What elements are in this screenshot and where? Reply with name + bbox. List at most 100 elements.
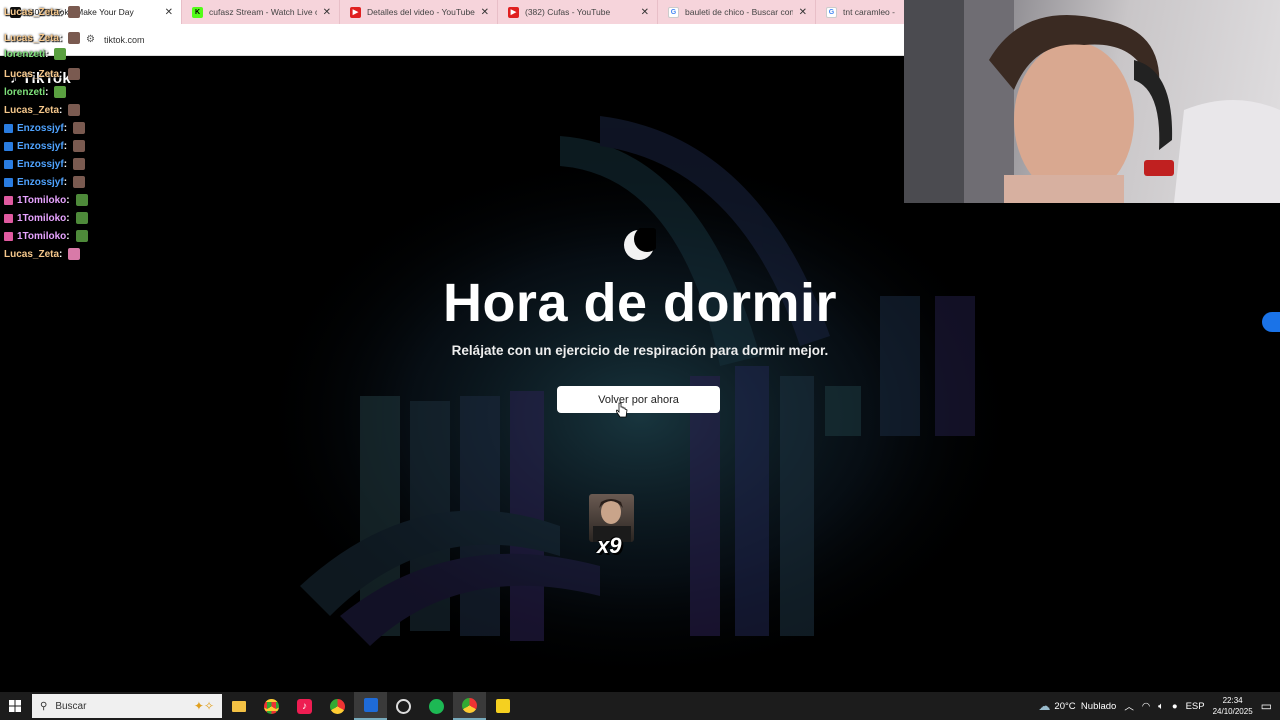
chat-separator: :	[66, 194, 70, 206]
chat-emote-icon	[68, 6, 81, 18]
chat-message: Lucas_Zeta :	[4, 66, 81, 82]
weather-icon: ☁	[1038, 699, 1051, 713]
chat-badge-icon	[4, 231, 13, 241]
chat-badge-icon	[4, 123, 13, 133]
chat-username: Enzossjyf	[17, 158, 64, 170]
close-icon[interactable]: ✕	[481, 7, 489, 18]
chat-badge-icon	[4, 159, 13, 169]
chat-username: Enzossjyf	[17, 176, 64, 188]
chat-message: 1Tomiloko :	[4, 210, 88, 226]
webcam-feed	[904, 0, 1280, 203]
chat-message: Enzossjyf :	[4, 138, 86, 154]
obs-icon[interactable]	[387, 692, 420, 720]
chat-emote-icon	[75, 212, 88, 224]
back-for-now-button[interactable]: Volver por ahora	[557, 386, 720, 413]
url-text[interactable]: tiktok.com	[104, 35, 145, 45]
chat-username: Lucas_Zeta	[4, 68, 60, 80]
spotify-icon[interactable]	[420, 692, 453, 720]
chat-separator: :	[63, 140, 68, 152]
chat-username: lorenzeti	[4, 86, 46, 98]
close-icon[interactable]: ✕	[165, 7, 173, 18]
chat-separator: :	[63, 158, 68, 170]
tab-label: bauleti de chico - Buscar con G	[685, 7, 793, 17]
taskbar-search[interactable]: ⚲ Buscar ✦✧	[32, 694, 222, 718]
close-icon[interactable]: ✕	[641, 7, 649, 18]
youtube-icon: ▶	[508, 6, 519, 18]
tab-label: (382) Cufas - YouTube	[525, 7, 611, 17]
notifications-icon[interactable]: ▭	[1261, 699, 1272, 713]
chat-separator: :	[45, 86, 49, 98]
chat-message: 1Tomiloko :	[4, 192, 88, 208]
screen: ♪ (40) TikTok - Make Your Day ✕ K cufasz…	[0, 0, 1280, 720]
clock-date: 24/10/2025	[1212, 707, 1253, 716]
chat-emote-icon	[75, 194, 88, 206]
chat-emote-icon	[68, 68, 81, 80]
chat-emote-icon	[73, 176, 86, 188]
chrome-profile-icon[interactable]	[321, 692, 354, 720]
tab-label: Detalles del video - YouTube St	[367, 7, 475, 17]
chat-message: Lucas_Zeta :	[4, 246, 81, 262]
search-placeholder: Buscar	[55, 700, 87, 712]
chat-emote-icon	[73, 140, 86, 152]
google-icon: G	[668, 6, 679, 18]
close-icon[interactable]: ✕	[323, 7, 331, 18]
search-icon: ⚲	[40, 700, 48, 712]
chat-username: Enzossjyf	[17, 122, 64, 134]
chat-message: lorenzeti :	[4, 46, 67, 62]
clock[interactable]: 22:34 24/10/2025	[1213, 695, 1253, 717]
youtube-icon: ▶	[350, 6, 361, 18]
chrome-active-icon[interactable]	[453, 692, 486, 720]
chevron-up-icon[interactable]: ︿	[1124, 699, 1134, 713]
google-icon: G	[826, 6, 837, 18]
system-tray: ☁ 20°C Nublado ︿ ◠ 🔈︎ ● ESP 22:34 24/10/…	[1038, 692, 1280, 720]
tab-youtube-studio[interactable]: ▶ Detalles del video - YouTube St ✕	[340, 0, 498, 24]
chat-username: Lucas_Zeta	[4, 248, 60, 260]
chat-message: Lucas_Zeta :	[4, 102, 81, 118]
volume-icon[interactable]: 🔈︎	[1158, 701, 1164, 712]
taskbar: ⚲ Buscar ✦✧ ♪ ☁ 20°C Nublado ︿ ◠ 🔈︎ ● ES…	[0, 692, 1280, 720]
chat-separator: :	[66, 230, 70, 242]
chat-username: Enzossjyf	[17, 140, 64, 152]
tab-label: cufasz Stream - Watch Live on K	[209, 7, 317, 17]
wifi-icon[interactable]: ◠	[1142, 701, 1150, 712]
close-icon[interactable]: ✕	[799, 7, 807, 18]
chat-emote-icon	[68, 104, 81, 116]
windows-icon	[9, 700, 21, 712]
chat-badge-icon	[4, 177, 13, 187]
chat-separator: :	[66, 212, 70, 224]
chat-username: Lucas_Zeta	[4, 104, 60, 116]
chat-username: 1Tomiloko	[17, 194, 67, 206]
kick-icon: K	[192, 6, 203, 18]
tab-google-search-1[interactable]: G bauleti de chico - Buscar con G ✕	[658, 0, 816, 24]
chat-username: 1Tomiloko	[17, 230, 67, 242]
chat-message: lorenzeti :	[4, 84, 67, 100]
weather-text[interactable]: 20°C Nublado	[1054, 701, 1116, 712]
chat-emote-icon	[73, 122, 86, 134]
chat-badge-icon	[4, 213, 13, 223]
chat-username: Lucas_Zeta	[4, 6, 60, 18]
tab-kick[interactable]: K cufasz Stream - Watch Live on K ✕	[182, 0, 340, 24]
emote-combo-count: x9	[597, 533, 622, 558]
pen-app-icon[interactable]	[486, 692, 519, 720]
chat-message: Lucas_Zeta :	[4, 30, 81, 46]
chat-separator: :	[59, 32, 63, 44]
tab-youtube[interactable]: ▶ (382) Cufas - YouTube ✕	[498, 0, 658, 24]
chrome-icon[interactable]	[255, 692, 288, 720]
chat-separator: :	[63, 176, 68, 188]
chat-emote-icon	[54, 48, 67, 60]
tab-google-search-2[interactable]: G tnt caramleo - Bus	[816, 0, 904, 24]
file-explorer-icon[interactable]	[222, 692, 255, 720]
start-button[interactable]	[0, 692, 30, 720]
app-window-icon[interactable]	[354, 692, 387, 720]
page-title: Hora de dormir	[442, 273, 838, 333]
chat-message: Lucas_Zeta :	[4, 4, 81, 20]
chat-emote-icon	[54, 86, 67, 98]
chat-username: lorenzeti	[4, 48, 46, 60]
site-settings-icon[interactable]: ⚙	[86, 34, 95, 45]
language-indicator[interactable]: ESP	[1186, 701, 1205, 712]
chat-message: Enzossjyf :	[4, 174, 86, 190]
microphone-tray-icon[interactable]: ●	[1172, 701, 1178, 712]
microphone-icon[interactable]	[1262, 312, 1280, 332]
chat-separator: :	[59, 68, 63, 80]
tiktok-app-icon[interactable]: ♪	[288, 692, 321, 720]
